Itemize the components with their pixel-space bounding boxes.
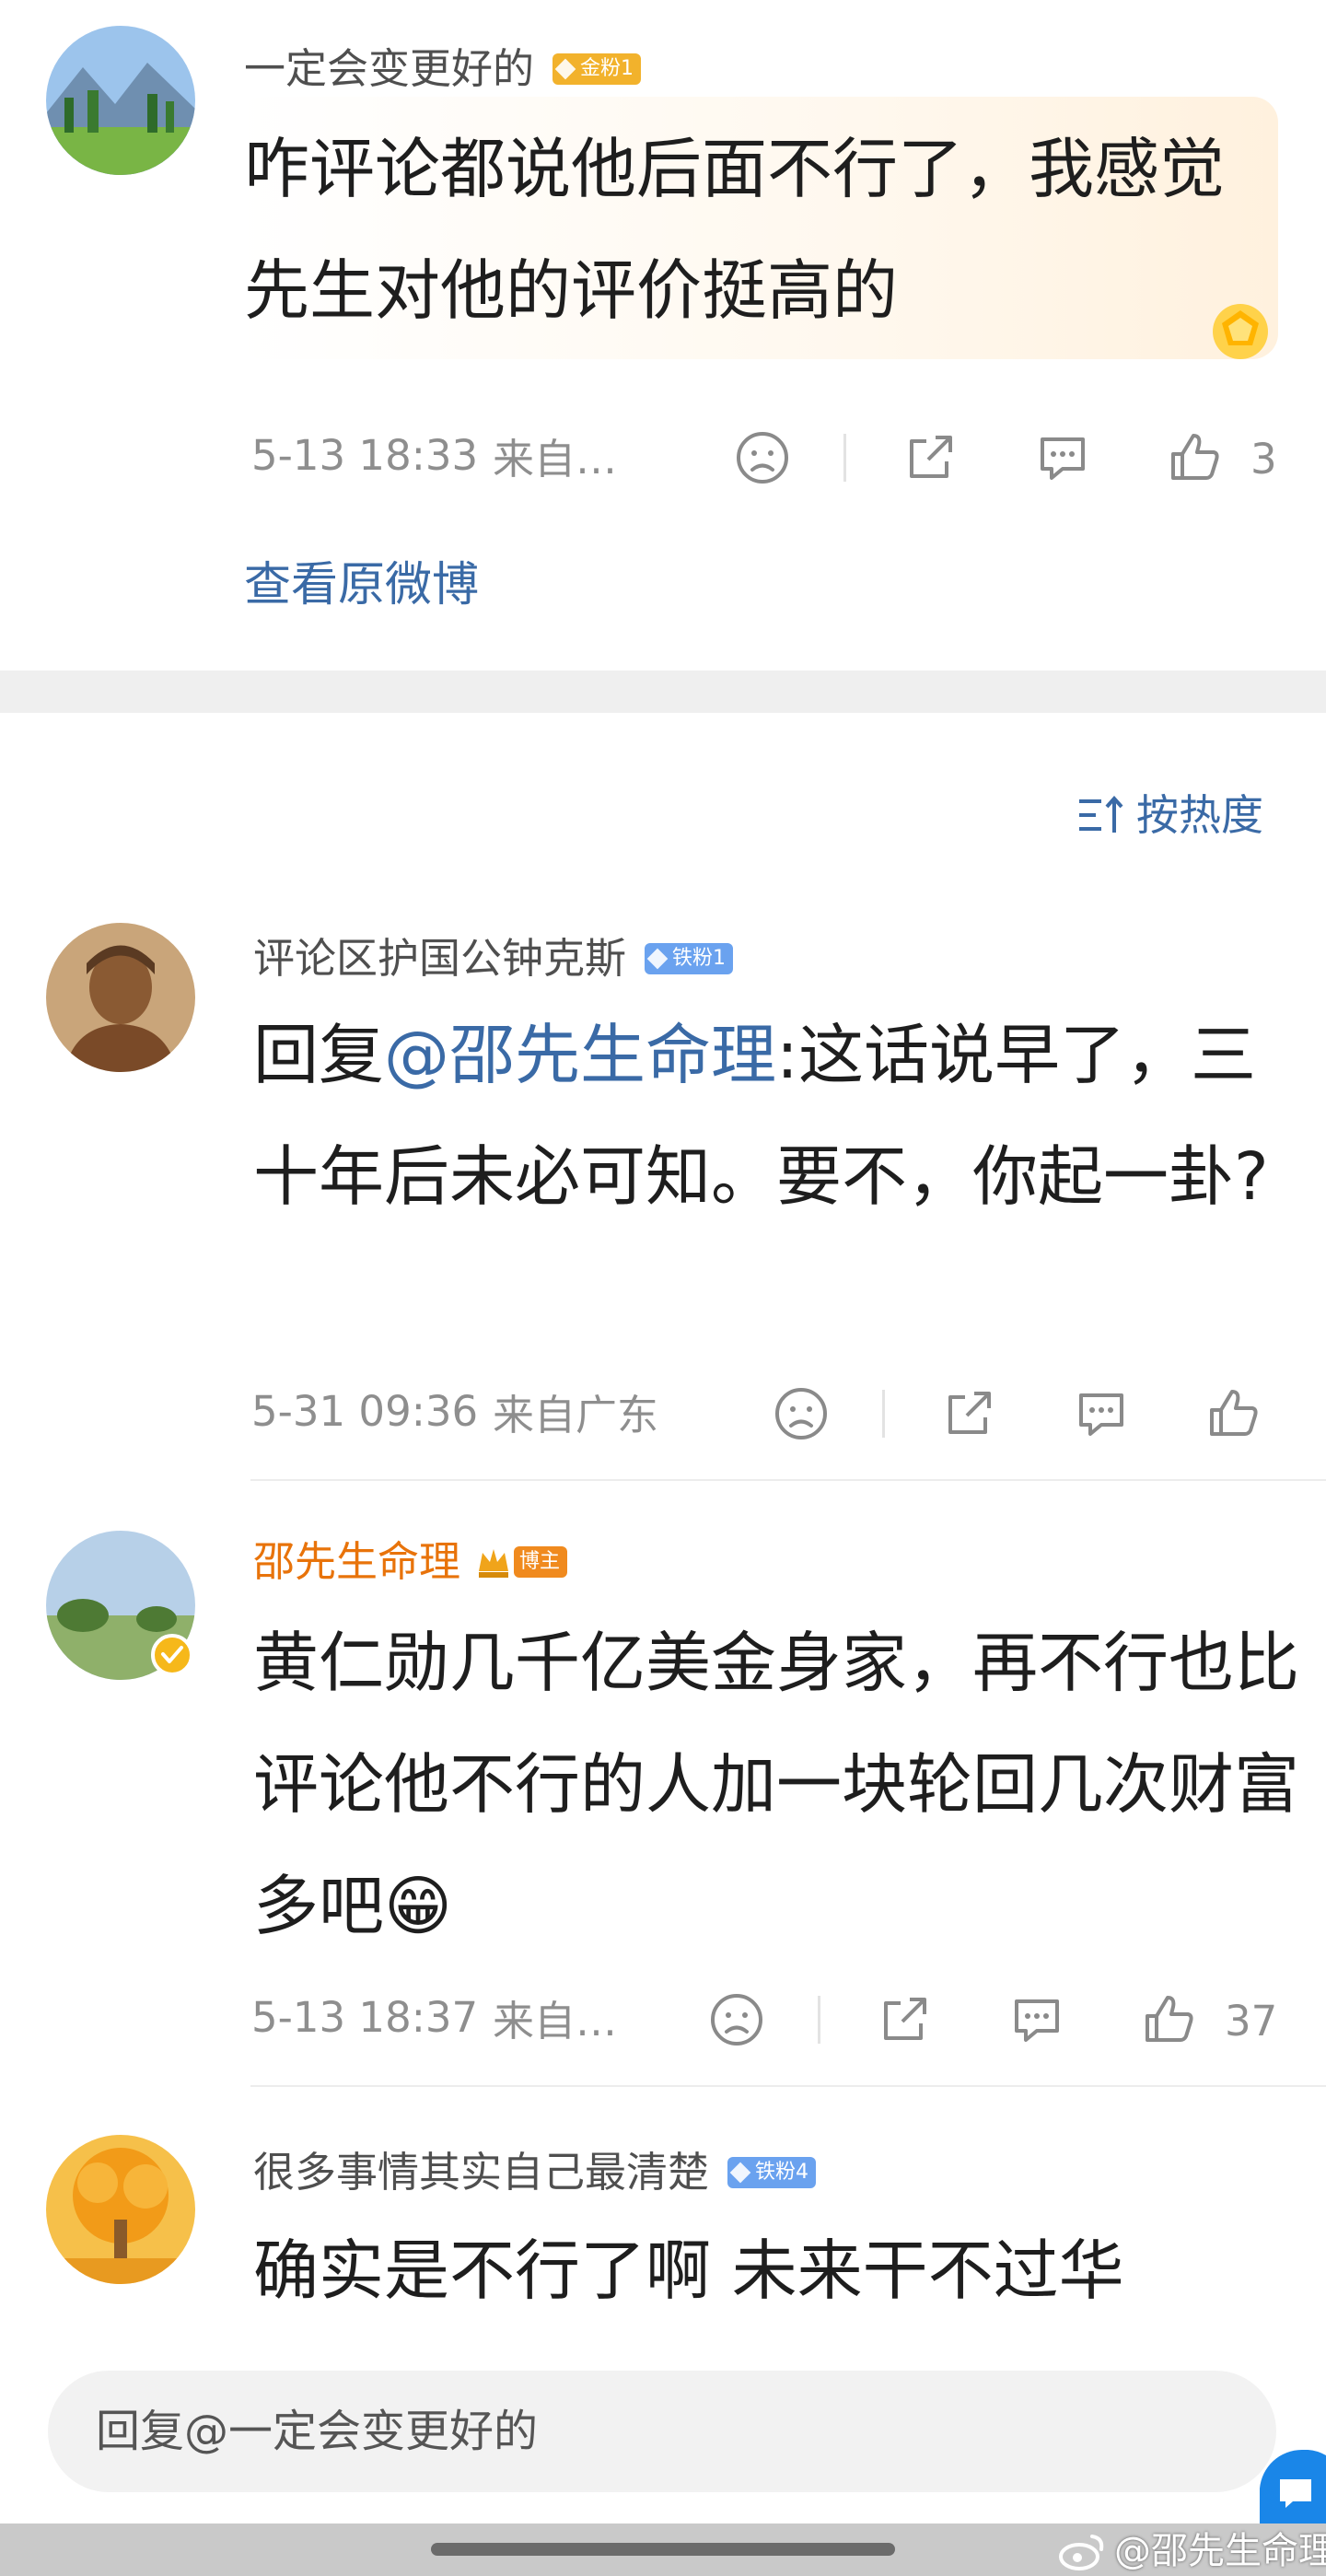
like-count: 3 <box>1250 435 1277 484</box>
share-icon[interactable] <box>939 1384 998 1443</box>
diamond-icon <box>554 58 576 79</box>
divider <box>250 1479 1326 1481</box>
divider <box>818 1996 820 2044</box>
diamond-icon <box>729 2162 751 2183</box>
share-icon[interactable] <box>875 1990 934 2049</box>
username[interactable]: 邵先生命理 <box>253 1541 460 1582</box>
comment-icon[interactable] <box>1007 1990 1066 2049</box>
sort-by-hot-button[interactable]: 按热度 <box>1077 792 1263 838</box>
fan-badge: 铁粉4 <box>727 2156 817 2188</box>
timestamp: 5-13 18:37 <box>251 1993 479 2042</box>
comment-text: 确实是不行了啊 未来干不过华 <box>253 2232 1124 2309</box>
comment-icon[interactable] <box>1072 1384 1131 1443</box>
timestamp: 5-13 18:33 <box>251 431 479 480</box>
sad-face-icon[interactable] <box>733 428 792 487</box>
weibo-logo-icon <box>1057 2531 1107 2571</box>
blogger-badge: 博主 <box>514 1545 568 1578</box>
avatar[interactable] <box>46 2135 195 2284</box>
comment-text: 咋评论都说他后面不行了，我感觉先生对他的评价挺高的 <box>244 131 1226 329</box>
sad-face-icon[interactable] <box>772 1384 831 1443</box>
comment-text: 回复@邵先生命理:这话说早了，三十年后未必可知。要不，你起一卦? <box>253 1017 1269 1215</box>
diamond-icon <box>646 948 669 969</box>
sad-face-icon[interactable] <box>707 1990 766 2049</box>
verified-icon <box>151 1634 193 1676</box>
mention-link[interactable]: @邵先生命理 <box>384 1017 776 1093</box>
section-divider <box>0 670 1326 713</box>
share-icon[interactable] <box>901 428 960 487</box>
like-thumb-icon[interactable] <box>1140 1990 1199 2049</box>
divider <box>250 2085 1326 2087</box>
username[interactable]: 评论区护国公钟克斯 <box>253 938 626 979</box>
fan-badge: 金粉1 <box>552 52 642 85</box>
fan-badge: 铁粉1 <box>645 942 734 974</box>
avatar[interactable] <box>46 923 195 1072</box>
avatar[interactable] <box>46 26 195 175</box>
like-thumb-icon[interactable] <box>1166 428 1225 487</box>
like-count: 37 <box>1225 1997 1278 2046</box>
source: 来自… <box>493 435 618 484</box>
source: 来自广东 <box>493 1391 659 1440</box>
view-original-link[interactable]: 查看原微博 <box>244 562 479 609</box>
timestamp: 5-31 09:36 <box>251 1387 479 1436</box>
divider <box>843 434 846 482</box>
comment-icon[interactable] <box>1033 428 1092 487</box>
sort-icon <box>1077 792 1127 838</box>
comment-text: 黄仁勋几千亿美金身家，再不行也比评论他不行的人加一块轮回几次财富多吧😁 <box>253 1625 1300 1944</box>
username[interactable]: 一定会变更好的 <box>244 48 534 89</box>
chat-bubble-icon[interactable] <box>1260 2449 1326 2527</box>
medal-icon <box>1208 299 1273 364</box>
home-indicator[interactable] <box>431 2543 895 2556</box>
like-thumb-icon[interactable] <box>1204 1384 1263 1443</box>
crown-icon <box>475 1544 512 1580</box>
watermark: @邵先生命理 <box>1057 2531 1326 2571</box>
divider <box>882 1390 885 1438</box>
reply-input[interactable]: 回复@一定会变更好的 <box>48 2371 1276 2492</box>
username[interactable]: 很多事情其实自己最清楚 <box>253 2151 709 2193</box>
source: 来自… <box>493 1997 618 2046</box>
